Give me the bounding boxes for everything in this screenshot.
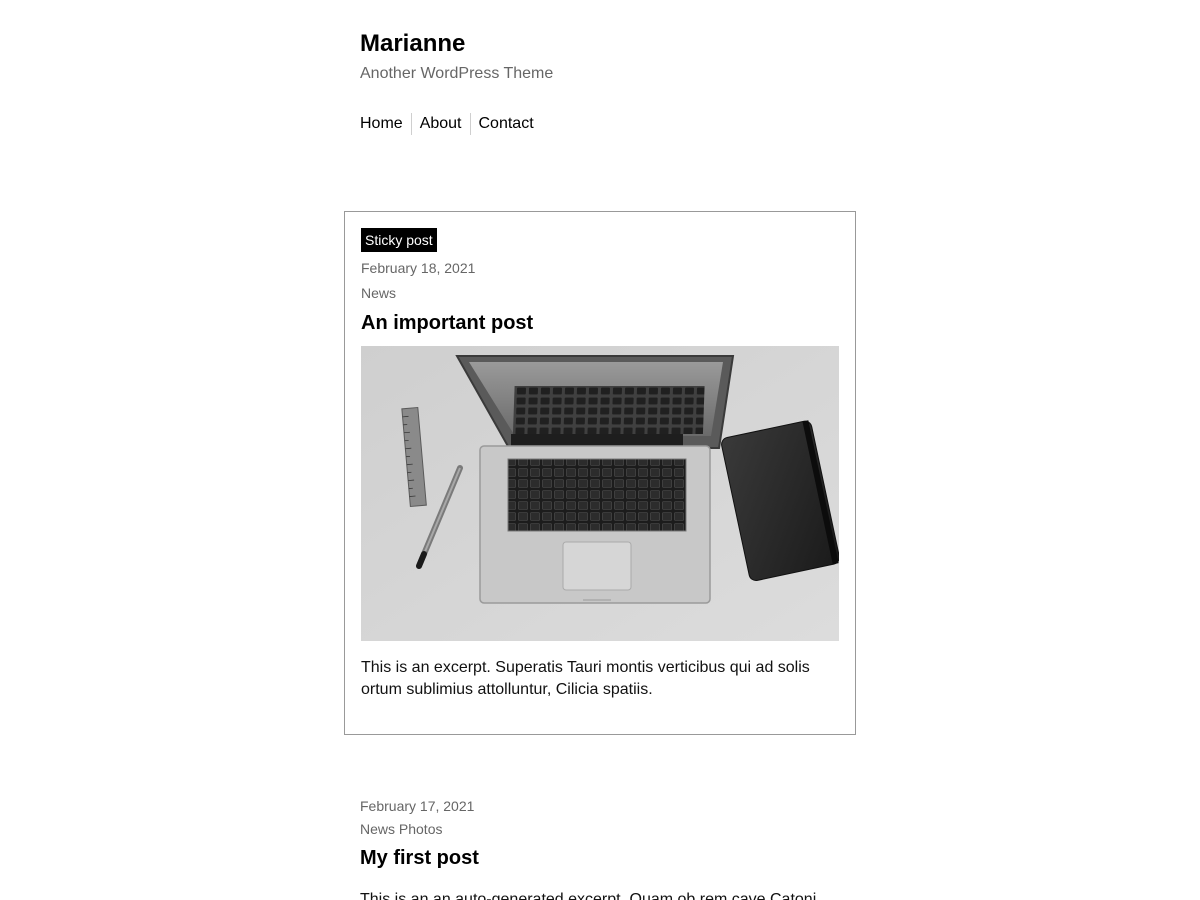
sticky-post-card: Sticky post February 18, 2021 News An im… [344,211,856,735]
site-header: Marianne Another WordPress Theme Home Ab… [360,28,860,135]
page: Marianne Another WordPress Theme Home Ab… [0,0,1200,900]
featured-image[interactable] [361,346,839,641]
site-description: Another WordPress Theme [360,65,554,82]
nav-item-home[interactable]: Home [360,113,411,135]
laptop-photo-illustration [361,346,839,641]
post-title[interactable]: An important post [361,310,533,336]
post-excerpt: This is an an auto-generated excerpt. Qu… [360,891,817,900]
site-title[interactable]: Marianne [360,28,860,60]
sticky-post-badge: Sticky post [361,228,437,252]
post-categories[interactable]: News Photos [360,820,840,838]
post-date[interactable]: February 18, 2021 [361,259,475,277]
nav-item-about[interactable]: About [410,113,470,135]
post-item: February 17, 2021 News Photos My first p… [360,797,840,900]
post-title[interactable]: My first post [360,845,840,871]
post-categories[interactable]: News [361,284,396,302]
post-excerpt: This is an excerpt. Superatis Tauri mont… [361,659,810,698]
main-nav: Home About Contact [360,113,860,135]
nav-item-contact[interactable]: Contact [469,113,542,135]
post-date[interactable]: February 17, 2021 [360,797,840,815]
